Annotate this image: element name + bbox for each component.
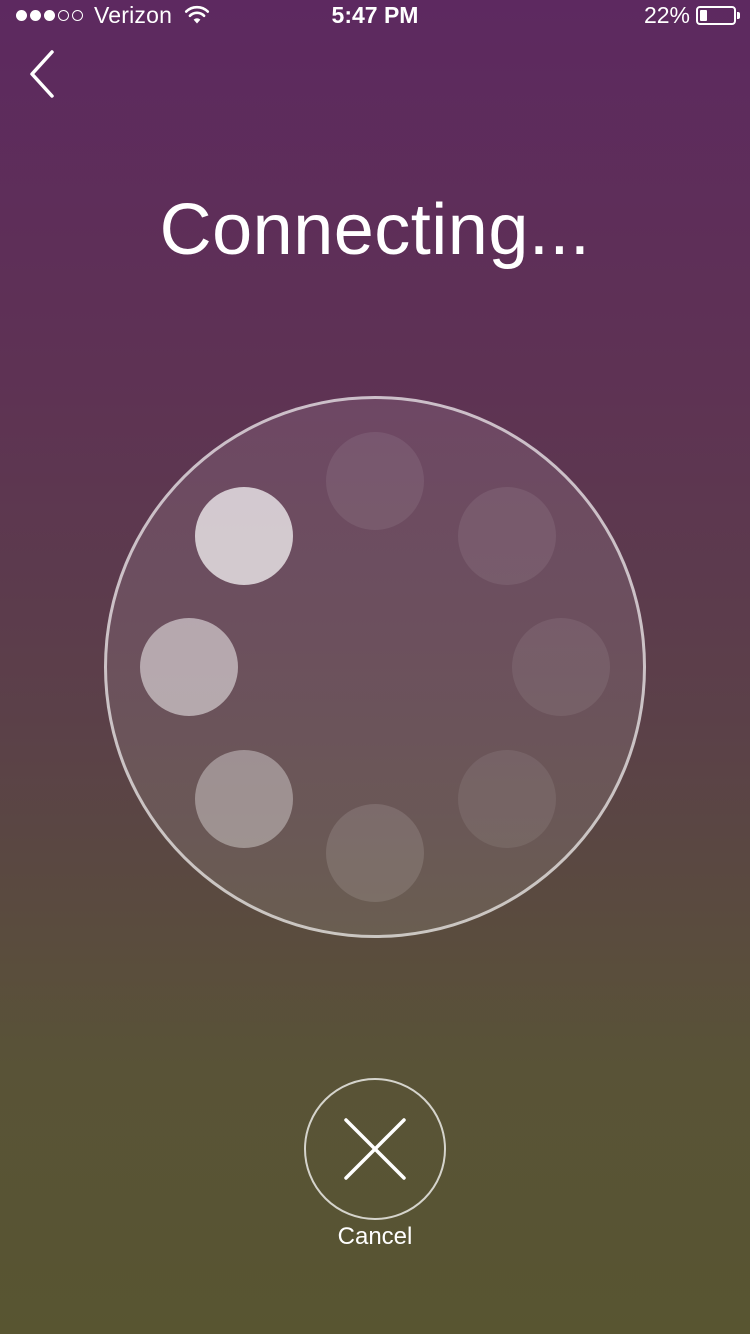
battery-fill [700,9,707,21]
spinner-dot [194,749,293,848]
cancel-label[interactable]: Cancel [0,1222,750,1252]
battery-icon [696,5,740,25]
loading-spinner [104,396,646,938]
spinner-dot [194,486,293,585]
status-bar: Verizon 5:47 PM 22% [0,0,750,30]
spinner-dot [457,749,556,848]
spinner-dot [140,618,238,716]
status-time: 5:47 PM [331,2,419,28]
spinner-dot [326,432,424,530]
back-button[interactable] [18,42,74,106]
chevron-left-icon [30,50,54,98]
page-title: Connecting... [159,190,591,270]
spinner-dot [457,486,556,585]
battery-cap [737,11,740,19]
spinner-dot [512,618,610,716]
spinner-dot [326,804,424,902]
cancel-button[interactable] [304,1078,446,1220]
battery-percent: 22% [643,1,690,28]
status-right: 22% [643,1,740,28]
close-icon [344,1118,406,1180]
connecting-screen: Verizon 5:47 PM 22% Connecting... Cancel [0,0,750,1334]
